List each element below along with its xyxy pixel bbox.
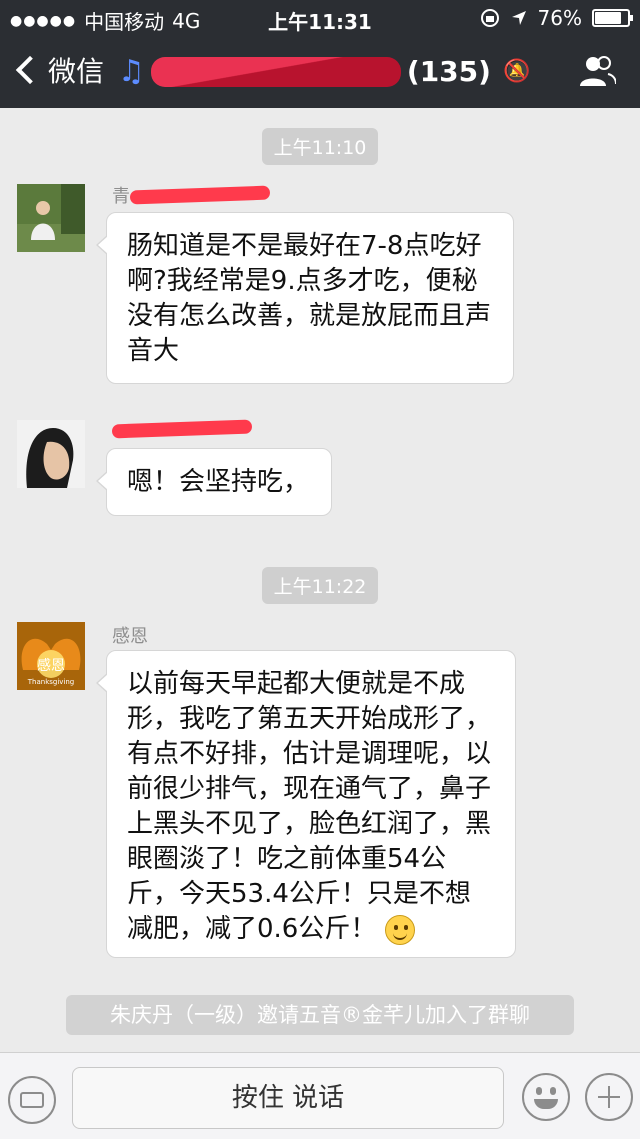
svg-text:感恩: 感恩 (37, 657, 65, 674)
message-bubble[interactable]: 肠知道是不是最好在7-8点吃好啊?我经常是9.点多才吃，便秘没有怎么改善，就是放… (96, 212, 514, 384)
mute-bell-icon: 🔕 (502, 59, 531, 84)
redacted-sender-name (111, 419, 253, 439)
nav-bar: 微信 ♫ (135) 🔕 (0, 36, 640, 108)
member-count: (135) (406, 55, 491, 88)
keyboard-icon (20, 1092, 44, 1108)
redacted-sender-name (129, 185, 271, 205)
redacted-group-name (150, 56, 401, 87)
more-options-button[interactable] (585, 1073, 633, 1121)
keyboard-toggle-button[interactable] (8, 1076, 56, 1124)
message-bubble[interactable]: 嗯！会坚持吃， (96, 448, 332, 516)
message-text: 肠知道是不是最好在7-8点吃好啊?我经常是9.点多才吃，便秘没有怎么改善，就是放… (127, 231, 492, 366)
system-notice: 朱庆丹（一级）邀请五音®金芊儿加入了群聊 (66, 995, 574, 1035)
sender-name: 感恩 (112, 626, 148, 647)
battery-percent: 76% (537, 6, 582, 30)
rotation-lock-icon (480, 9, 499, 27)
avatar[interactable] (17, 184, 85, 252)
svg-text:Thanksgiving: Thanksgiving (27, 678, 75, 686)
smiley-emoji-icon (384, 914, 415, 945)
group-info-icon[interactable] (580, 54, 616, 88)
avatar[interactable] (17, 420, 85, 488)
battery-icon (592, 9, 633, 27)
hold-to-talk-button[interactable]: 按住 说话 (72, 1067, 504, 1129)
avatar[interactable]: 感恩 Thanksgiving (17, 622, 85, 690)
music-note-icon: ♫ (118, 54, 145, 89)
sender-name: 青 (112, 182, 271, 208)
emoji-button[interactable] (522, 1073, 570, 1121)
message-text: 嗯！会坚持吃， (127, 467, 310, 497)
location-arrow-icon (511, 11, 526, 25)
status-bar: ●●●●● 中国移动 4G 上午11:31 76% (0, 0, 640, 36)
group-title: ♫ (135) 🔕 (118, 54, 530, 89)
chat-timestamp: 上午11:10 (0, 128, 640, 165)
message-text: 以前每天早起都大便就是不成形，我吃了第五天开始成形了，有点不好排，估计是调理呢，… (127, 669, 492, 944)
chevron-left-icon (15, 55, 45, 85)
back-button[interactable]: 微信 (14, 50, 104, 90)
input-bar: 按住 说话 (0, 1052, 640, 1139)
sender-name (111, 419, 253, 441)
message-bubble[interactable]: 以前每天早起都大便就是不成形，我吃了第五天开始成形了，有点不好排，估计是调理呢，… (96, 650, 516, 958)
back-label: 微信 (48, 55, 105, 88)
chat-timestamp: 上午11:22 (0, 567, 640, 604)
